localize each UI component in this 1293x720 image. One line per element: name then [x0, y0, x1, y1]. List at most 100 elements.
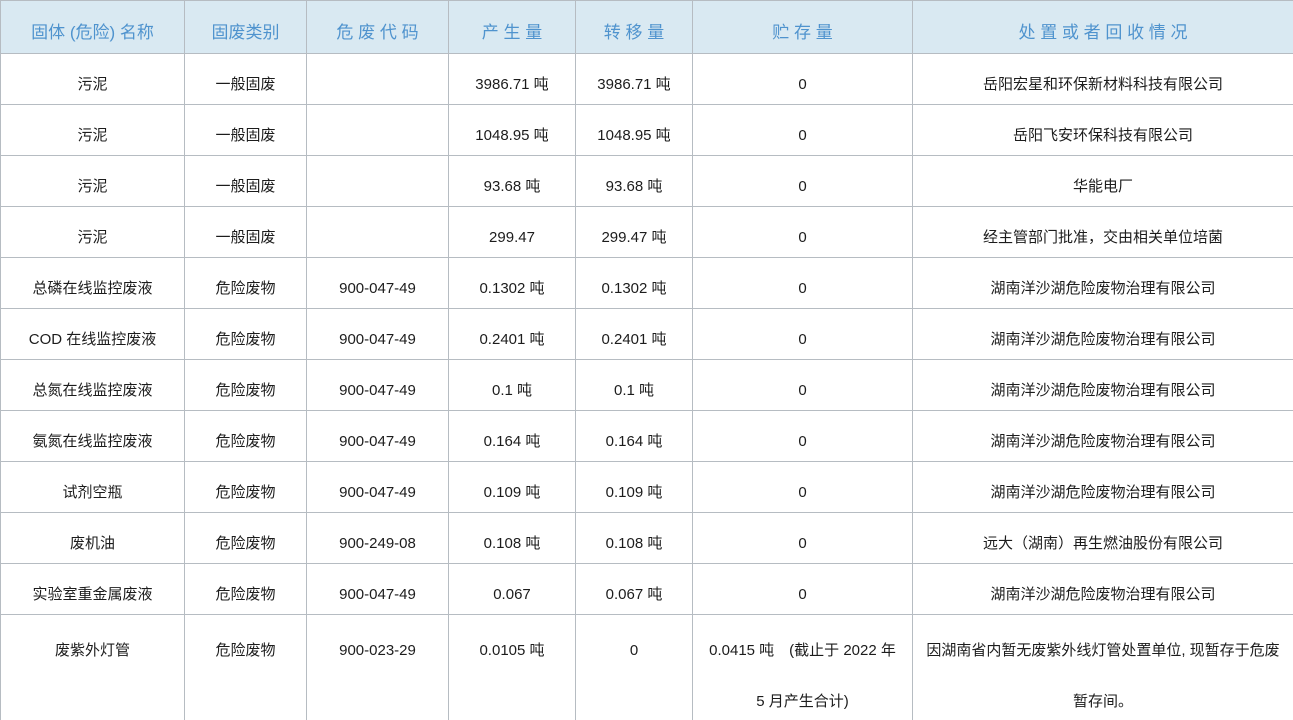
- header-row: 固体 (危险) 名称 固废类别 危 废 代 码 产 生 量 转 移 量 贮 存 …: [1, 1, 1293, 54]
- cell-category: 危险废物: [185, 615, 307, 720]
- cell-disposal: 湖南洋沙湖危险废物治理有限公司: [913, 360, 1293, 411]
- cell-stored: 0: [693, 54, 913, 105]
- cell-produced: 0.1 吨: [449, 360, 576, 411]
- table-row: 总磷在线监控废液 危险废物 900-047-49 0.1302 吨 0.1302…: [1, 258, 1293, 309]
- cell-code: 900-047-49: [307, 309, 449, 360]
- cell-produced: 0.067: [449, 564, 576, 615]
- header-produced: 产 生 量: [449, 1, 576, 54]
- cell-disposal: 湖南洋沙湖危险废物治理有限公司: [913, 564, 1293, 615]
- cell-category: 危险废物: [185, 564, 307, 615]
- cell-code: [307, 156, 449, 207]
- table-row: 实验室重金属废液 危险废物 900-047-49 0.067 0.067 吨 0…: [1, 564, 1293, 615]
- cell-produced: 3986.71 吨: [449, 54, 576, 105]
- cell-produced: 93.68 吨: [449, 156, 576, 207]
- cell-name: 污泥: [1, 156, 185, 207]
- cell-stored: 0: [693, 411, 913, 462]
- header-stored: 贮 存 量: [693, 1, 913, 54]
- table-row: COD 在线监控废液 危险废物 900-047-49 0.2401 吨 0.24…: [1, 309, 1293, 360]
- cell-produced: 0.164 吨: [449, 411, 576, 462]
- cell-disposal: 湖南洋沙湖危险废物治理有限公司: [913, 309, 1293, 360]
- cell-transferred: 1048.95 吨: [576, 105, 693, 156]
- header-code: 危 废 代 码: [307, 1, 449, 54]
- cell-category: 危险废物: [185, 411, 307, 462]
- cell-disposal: 因湖南省内暂无废紫外线灯管处置单位, 现暂存于危废 暂存间。: [913, 615, 1293, 720]
- cell-category: 危险废物: [185, 513, 307, 564]
- waste-disclosure-page: 固体 (危险) 名称 固废类别 危 废 代 码 产 生 量 转 移 量 贮 存 …: [0, 0, 1293, 720]
- table-row: 总氮在线监控废液 危险废物 900-047-49 0.1 吨 0.1 吨 0 湖…: [1, 360, 1293, 411]
- cell-stored: 0: [693, 156, 913, 207]
- cell-category: 危险废物: [185, 360, 307, 411]
- cell-produced: 0.2401 吨: [449, 309, 576, 360]
- cell-name: 氨氮在线监控废液: [1, 411, 185, 462]
- cell-produced: 0.109 吨: [449, 462, 576, 513]
- cell-transferred: 0.1302 吨: [576, 258, 693, 309]
- table-row: 污泥 一般固废 299.47 299.47 吨 0 经主管部门批准，交由相关单位…: [1, 207, 1293, 258]
- cell-transferred: 0.164 吨: [576, 411, 693, 462]
- cell-stored: 0: [693, 105, 913, 156]
- header-category: 固废类别: [185, 1, 307, 54]
- cell-name: 废紫外灯管: [1, 615, 185, 720]
- cell-stored: 0: [693, 360, 913, 411]
- cell-stored: 0: [693, 564, 913, 615]
- table-row: 污泥 一般固废 3986.71 吨 3986.71 吨 0 岳阳宏星和环保新材料…: [1, 54, 1293, 105]
- cell-name: 污泥: [1, 105, 185, 156]
- cell-code: 900-047-49: [307, 462, 449, 513]
- table-row: 污泥 一般固废 93.68 吨 93.68 吨 0 华能电厂: [1, 156, 1293, 207]
- cell-transferred: 299.47 吨: [576, 207, 693, 258]
- header-name: 固体 (危险) 名称: [1, 1, 185, 54]
- cell-stored: 0.0415 吨 (截止于 2022 年 5 月产生合计): [693, 615, 913, 720]
- cell-code: 900-023-29: [307, 615, 449, 720]
- cell-category: 危险废物: [185, 309, 307, 360]
- waste-table: 固体 (危险) 名称 固废类别 危 废 代 码 产 生 量 转 移 量 贮 存 …: [0, 0, 1293, 720]
- cell-transferred: 0.109 吨: [576, 462, 693, 513]
- cell-name: COD 在线监控废液: [1, 309, 185, 360]
- cell-disposal: 湖南洋沙湖危险废物治理有限公司: [913, 258, 1293, 309]
- cell-stored: 0: [693, 462, 913, 513]
- cell-code: 900-249-08: [307, 513, 449, 564]
- cell-name: 实验室重金属废液: [1, 564, 185, 615]
- cell-category: 一般固废: [185, 105, 307, 156]
- cell-transferred: 0.1 吨: [576, 360, 693, 411]
- cell-name: 废机油: [1, 513, 185, 564]
- cell-disposal: 华能电厂: [913, 156, 1293, 207]
- cell-stored: 0: [693, 309, 913, 360]
- cell-stored: 0: [693, 258, 913, 309]
- cell-disposal: 远大（湖南）再生燃油股份有限公司: [913, 513, 1293, 564]
- cell-disposal: 经主管部门批准，交由相关单位培菌: [913, 207, 1293, 258]
- cell-name: 总磷在线监控废液: [1, 258, 185, 309]
- cell-name: 污泥: [1, 207, 185, 258]
- cell-code: 900-047-49: [307, 360, 449, 411]
- cell-code: 900-047-49: [307, 564, 449, 615]
- cell-name: 总氮在线监控废液: [1, 360, 185, 411]
- cell-code: [307, 105, 449, 156]
- cell-transferred: 3986.71 吨: [576, 54, 693, 105]
- table-row: 污泥 一般固废 1048.95 吨 1048.95 吨 0 岳阳飞安环保科技有限…: [1, 105, 1293, 156]
- cell-code: 900-047-49: [307, 258, 449, 309]
- cell-transferred: 0: [576, 615, 693, 720]
- cell-category: 危险废物: [185, 462, 307, 513]
- cell-code: [307, 54, 449, 105]
- cell-produced: 0.108 吨: [449, 513, 576, 564]
- cell-category: 一般固废: [185, 156, 307, 207]
- cell-transferred: 0.2401 吨: [576, 309, 693, 360]
- table-row: 废机油 危险废物 900-249-08 0.108 吨 0.108 吨 0 远大…: [1, 513, 1293, 564]
- cell-transferred: 93.68 吨: [576, 156, 693, 207]
- cell-produced: 0.1302 吨: [449, 258, 576, 309]
- cell-produced: 0.0105 吨: [449, 615, 576, 720]
- cell-category: 危险废物: [185, 258, 307, 309]
- header-disposal: 处 置 或 者 回 收 情 况: [913, 1, 1293, 54]
- table-row: 试剂空瓶 危险废物 900-047-49 0.109 吨 0.109 吨 0 湖…: [1, 462, 1293, 513]
- cell-name: 污泥: [1, 54, 185, 105]
- cell-code: 900-047-49: [307, 411, 449, 462]
- table-row: 氨氮在线监控废液 危险废物 900-047-49 0.164 吨 0.164 吨…: [1, 411, 1293, 462]
- cell-disposal: 湖南洋沙湖危险废物治理有限公司: [913, 411, 1293, 462]
- cell-disposal: 湖南洋沙湖危险废物治理有限公司: [913, 462, 1293, 513]
- cell-transferred: 0.067 吨: [576, 564, 693, 615]
- cell-disposal: 岳阳飞安环保科技有限公司: [913, 105, 1293, 156]
- cell-stored: 0: [693, 513, 913, 564]
- cell-transferred: 0.108 吨: [576, 513, 693, 564]
- header-transferred: 转 移 量: [576, 1, 693, 54]
- cell-stored: 0: [693, 207, 913, 258]
- cell-category: 一般固废: [185, 207, 307, 258]
- cell-produced: 299.47: [449, 207, 576, 258]
